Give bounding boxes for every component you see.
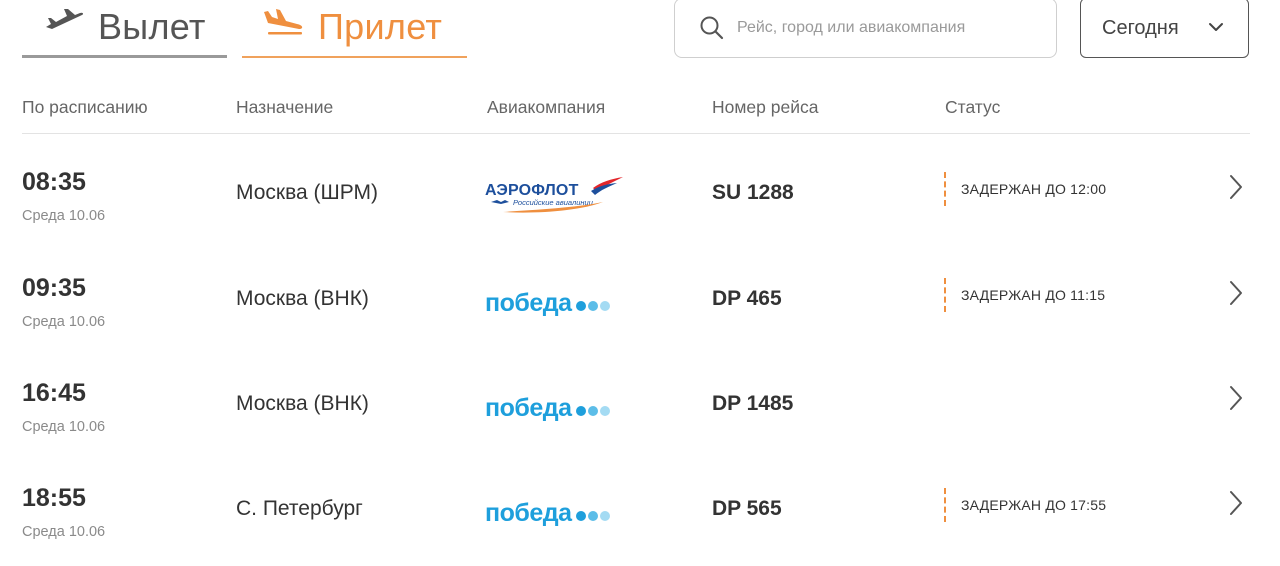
flight-destination: Москва (ВНК) <box>236 392 369 415</box>
column-header-status: Статус <box>945 97 1001 117</box>
status-indicator-line <box>944 172 946 206</box>
status-badge: ЗАДЕРЖАН ДО 12:00 <box>944 172 1106 206</box>
pobeda-dots-icon <box>575 510 612 521</box>
search-icon <box>699 15 725 46</box>
flight-destination: Москва (ШРМ) <box>236 181 379 204</box>
column-header-flight-number: Номер рейса <box>712 97 819 117</box>
table-header: По расписанию Назначение Авиакомпания Но… <box>0 92 1280 122</box>
flight-time: 09:35 <box>22 274 86 302</box>
column-header-destination: Назначение <box>236 97 334 117</box>
status-indicator-line <box>944 278 946 312</box>
flight-destination: Москва (ВНК) <box>236 287 369 310</box>
chevron-right-icon[interactable] <box>1226 490 1246 521</box>
search-input[interactable] <box>737 0 1037 57</box>
chevron-down-icon <box>1207 18 1225 41</box>
status-text: ЗАДЕРЖАН ДО 11:15 <box>961 287 1106 303</box>
flight-number: DP 1485 <box>712 392 794 415</box>
flight-row[interactable]: 18:55 Среда 10.06 С. Петербург победа DP… <box>0 484 1280 566</box>
status-badge: ЗАДЕРЖАН ДО 17:55 <box>944 488 1106 522</box>
flight-time: 18:55 <box>22 484 86 512</box>
status-text: ЗАДЕРЖАН ДО 17:55 <box>961 497 1107 513</box>
chevron-right-icon[interactable] <box>1226 280 1246 311</box>
tab-departure[interactable]: Вылет <box>22 0 227 58</box>
pobeda-dots-icon <box>575 405 612 416</box>
pobeda-logo-text: победа <box>485 394 572 422</box>
column-header-schedule: По расписанию <box>22 97 148 117</box>
flight-row[interactable]: 16:45 Среда 10.06 Москва (ВНК) победа DP… <box>0 379 1280 484</box>
date-select-label: Сегодня <box>1102 17 1179 39</box>
header-divider <box>22 133 1250 134</box>
flight-row[interactable]: 09:35 Среда 10.06 Москва (ВНК) победа DP… <box>0 274 1280 379</box>
chevron-right-icon[interactable] <box>1226 385 1246 416</box>
flight-time: 16:45 <box>22 379 86 407</box>
aeroflot-logo-text: АЭРОФЛОТ <box>485 182 579 199</box>
departure-plane-icon <box>44 8 84 37</box>
pobeda-logo-text: победа <box>485 289 572 317</box>
column-header-airline: Авиакомпания <box>487 97 606 117</box>
flight-destination: С. Петербург <box>236 497 363 520</box>
aeroflot-logo: АЭРОФЛОТ Российские авиалинии <box>485 176 625 221</box>
pobeda-logo: победа <box>485 396 612 421</box>
status-badge: ЗАДЕРЖАН ДО 11:15 <box>944 278 1105 312</box>
tab-departure-label: Вылет <box>98 6 206 47</box>
pobeda-logo: победа <box>485 501 612 526</box>
status-indicator-line <box>944 488 946 522</box>
arrival-plane-icon <box>262 8 306 41</box>
status-text: ЗАДЕРЖАН ДО 12:00 <box>961 181 1107 197</box>
tab-arrival[interactable]: Прилет <box>242 0 467 58</box>
flight-number: SU 1288 <box>712 181 794 204</box>
chevron-right-icon[interactable] <box>1226 174 1246 205</box>
flight-row[interactable]: 08:35 Среда 10.06 Москва (ШРМ) АЭРОФЛОТ … <box>0 168 1280 273</box>
flight-date: Среда 10.06 <box>22 524 106 540</box>
flight-number: DP 465 <box>712 287 782 310</box>
search-box[interactable] <box>674 0 1057 58</box>
flight-date: Среда 10.06 <box>22 314 106 330</box>
flight-date: Среда 10.06 <box>22 419 106 435</box>
pobeda-logo-text: победа <box>485 499 572 527</box>
tab-arrival-label: Прилет <box>318 6 443 47</box>
flight-time: 08:35 <box>22 168 86 196</box>
pobeda-dots-icon <box>575 300 612 311</box>
flight-date: Среда 10.06 <box>22 208 106 224</box>
pobeda-logo: победа <box>485 291 612 316</box>
date-select[interactable]: Сегодня <box>1080 0 1249 58</box>
flight-number: DP 565 <box>712 497 782 520</box>
